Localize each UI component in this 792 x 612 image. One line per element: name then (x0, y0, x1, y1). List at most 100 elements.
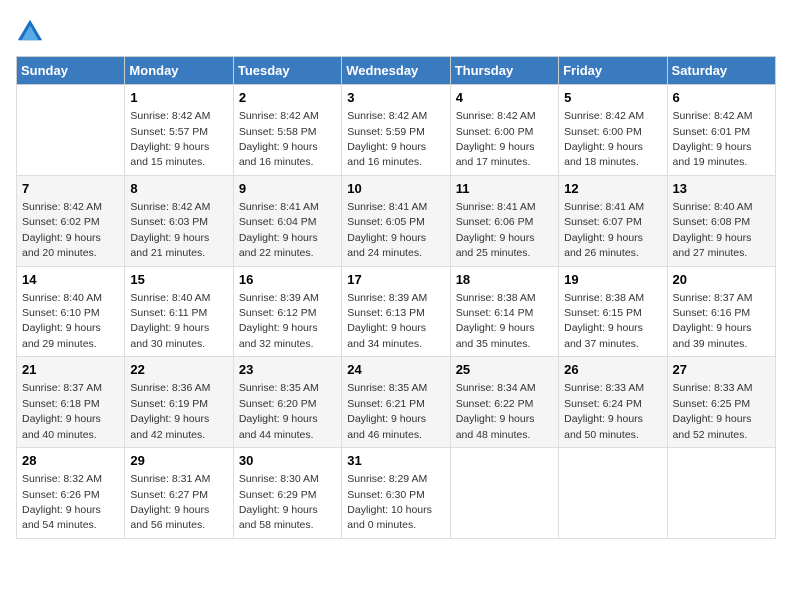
week-row-1: 1 Sunrise: 8:42 AMSunset: 5:57 PMDaylight… (17, 85, 776, 176)
cell-content: Sunrise: 8:30 AMSunset: 6:29 PMDaylight:… (239, 473, 319, 531)
day-number: 7 (22, 180, 119, 198)
day-number: 24 (347, 361, 444, 379)
day-number: 4 (456, 89, 553, 107)
day-number: 16 (239, 271, 336, 289)
calendar-cell: 18Sunrise: 8:38 AMSunset: 6:14 PMDayligh… (450, 266, 558, 357)
calendar-cell: 31 Sunrise: 8:29 AMSunset: 6:30 PMDayligh… (342, 448, 450, 539)
day-number: 27 (673, 361, 770, 379)
calendar-cell: 9Sunrise: 8:41 AMSunset: 6:04 PMDaylight… (233, 175, 341, 266)
day-number: 9 (239, 180, 336, 198)
week-row-2: 7Sunrise: 8:42 AMSunset: 6:02 PMDaylight… (17, 175, 776, 266)
cell-content: Sunrise: 8:42 AMSunset: 6:00 PMDaylight:… (456, 110, 536, 168)
day-number: 8 (130, 180, 227, 198)
day-number: 20 (673, 271, 770, 289)
day-number: 25 (456, 361, 553, 379)
calendar-cell: 22 Sunrise: 8:36 AMSunset: 6:19 PMDayligh… (125, 357, 233, 448)
calendar-cell: 4 Sunrise: 8:42 AMSunset: 6:00 PMDaylight… (450, 85, 558, 176)
calendar-table: SundayMondayTuesdayWednesdayThursdayFrid… (16, 56, 776, 539)
day-number: 13 (673, 180, 770, 198)
cell-content: Sunrise: 8:35 AMSunset: 6:20 PMDaylight:… (239, 382, 319, 440)
cell-content: Sunrise: 8:41 AMSunset: 6:05 PMDaylight:… (347, 201, 427, 259)
calendar-cell: 23 Sunrise: 8:35 AMSunset: 6:20 PMDayligh… (233, 357, 341, 448)
week-row-4: 21 Sunrise: 8:37 AMSunset: 6:18 PMDayligh… (17, 357, 776, 448)
day-number: 19 (564, 271, 661, 289)
day-header-friday: Friday (559, 57, 667, 85)
week-row-5: 28 Sunrise: 8:32 AMSunset: 6:26 PMDayligh… (17, 448, 776, 539)
calendar-cell: 29 Sunrise: 8:31 AMSunset: 6:27 PMDayligh… (125, 448, 233, 539)
day-number: 31 (347, 452, 444, 470)
calendar-cell (559, 448, 667, 539)
cell-content: Sunrise: 8:42 AMSunset: 6:03 PMDaylight:… (130, 201, 210, 259)
calendar-cell: 7Sunrise: 8:42 AMSunset: 6:02 PMDaylight… (17, 175, 125, 266)
cell-content: Sunrise: 8:42 AMSunset: 6:01 PMDaylight:… (673, 110, 753, 168)
day-header-monday: Monday (125, 57, 233, 85)
cell-content: Sunrise: 8:40 AMSunset: 6:08 PMDaylight:… (673, 201, 753, 259)
cell-content: Sunrise: 8:39 AMSunset: 6:13 PMDaylight:… (347, 292, 427, 350)
calendar-cell: 13 Sunrise: 8:40 AMSunset: 6:08 PMDayligh… (667, 175, 775, 266)
cell-content: Sunrise: 8:42 AMSunset: 5:59 PMDaylight:… (347, 110, 427, 168)
cell-content: Sunrise: 8:42 AMSunset: 5:57 PMDaylight:… (130, 110, 210, 168)
calendar-cell (450, 448, 558, 539)
calendar-cell: 5Sunrise: 8:42 AMSunset: 6:00 PMDaylight… (559, 85, 667, 176)
day-header-thursday: Thursday (450, 57, 558, 85)
cell-content: Sunrise: 8:38 AMSunset: 6:15 PMDaylight:… (564, 292, 644, 350)
day-number: 29 (130, 452, 227, 470)
day-header-saturday: Saturday (667, 57, 775, 85)
day-number: 14 (22, 271, 119, 289)
cell-content: Sunrise: 8:36 AMSunset: 6:19 PMDaylight:… (130, 382, 210, 440)
calendar-cell: 14 Sunrise: 8:40 AMSunset: 6:10 PMDayligh… (17, 266, 125, 357)
cell-content: Sunrise: 8:31 AMSunset: 6:27 PMDaylight:… (130, 473, 210, 531)
calendar-cell: 16 Sunrise: 8:39 AMSunset: 6:12 PMDayligh… (233, 266, 341, 357)
logo-icon (16, 16, 44, 44)
calendar-cell: 6 Sunrise: 8:42 AMSunset: 6:01 PMDaylight… (667, 85, 775, 176)
calendar-cell: 12Sunrise: 8:41 AMSunset: 6:07 PMDayligh… (559, 175, 667, 266)
cell-content: Sunrise: 8:35 AMSunset: 6:21 PMDaylight:… (347, 382, 427, 440)
day-number: 26 (564, 361, 661, 379)
day-number: 11 (456, 180, 553, 198)
day-header-wednesday: Wednesday (342, 57, 450, 85)
calendar-cell: 3Sunrise: 8:42 AMSunset: 5:59 PMDaylight… (342, 85, 450, 176)
cell-content: Sunrise: 8:42 AMSunset: 5:58 PMDaylight:… (239, 110, 319, 168)
calendar-cell: 30 Sunrise: 8:30 AMSunset: 6:29 PMDayligh… (233, 448, 341, 539)
day-number: 6 (673, 89, 770, 107)
day-number: 10 (347, 180, 444, 198)
calendar-cell: 24 Sunrise: 8:35 AMSunset: 6:21 PMDayligh… (342, 357, 450, 448)
page-header (16, 16, 776, 44)
cell-content: Sunrise: 8:40 AMSunset: 6:10 PMDaylight:… (22, 292, 102, 350)
day-number: 23 (239, 361, 336, 379)
day-number: 2 (239, 89, 336, 107)
calendar-cell: 11 Sunrise: 8:41 AMSunset: 6:06 PMDayligh… (450, 175, 558, 266)
calendar-cell: 19 Sunrise: 8:38 AMSunset: 6:15 PMDayligh… (559, 266, 667, 357)
day-number: 18 (456, 271, 553, 289)
cell-content: Sunrise: 8:42 AMSunset: 6:00 PMDaylight:… (564, 110, 644, 168)
day-number: 30 (239, 452, 336, 470)
cell-content: Sunrise: 8:39 AMSunset: 6:12 PMDaylight:… (239, 292, 319, 350)
cell-content: Sunrise: 8:33 AMSunset: 6:24 PMDaylight:… (564, 382, 644, 440)
day-number: 15 (130, 271, 227, 289)
cell-content: Sunrise: 8:29 AMSunset: 6:30 PMDaylight:… (347, 473, 432, 531)
day-number: 1 (130, 89, 227, 107)
calendar-cell: 17 Sunrise: 8:39 AMSunset: 6:13 PMDayligh… (342, 266, 450, 357)
day-number: 17 (347, 271, 444, 289)
calendar-cell (17, 85, 125, 176)
calendar-cell: 15 Sunrise: 8:40 AMSunset: 6:11 PMDayligh… (125, 266, 233, 357)
calendar-cell: 8 Sunrise: 8:42 AMSunset: 6:03 PMDaylight… (125, 175, 233, 266)
cell-content: Sunrise: 8:37 AMSunset: 6:16 PMDaylight:… (673, 292, 753, 350)
cell-content: Sunrise: 8:41 AMSunset: 6:06 PMDaylight:… (456, 201, 536, 259)
calendar-cell: 21 Sunrise: 8:37 AMSunset: 6:18 PMDayligh… (17, 357, 125, 448)
week-row-3: 14 Sunrise: 8:40 AMSunset: 6:10 PMDayligh… (17, 266, 776, 357)
day-number: 12 (564, 180, 661, 198)
day-number: 22 (130, 361, 227, 379)
cell-content: Sunrise: 8:37 AMSunset: 6:18 PMDaylight:… (22, 382, 102, 440)
calendar-cell (667, 448, 775, 539)
day-number: 21 (22, 361, 119, 379)
cell-content: Sunrise: 8:40 AMSunset: 6:11 PMDaylight:… (130, 292, 210, 350)
day-header-tuesday: Tuesday (233, 57, 341, 85)
day-number: 28 (22, 452, 119, 470)
calendar-cell: 1 Sunrise: 8:42 AMSunset: 5:57 PMDaylight… (125, 85, 233, 176)
cell-content: Sunrise: 8:32 AMSunset: 6:26 PMDaylight:… (22, 473, 102, 531)
cell-content: Sunrise: 8:34 AMSunset: 6:22 PMDaylight:… (456, 382, 536, 440)
day-header-sunday: Sunday (17, 57, 125, 85)
calendar-cell: 2 Sunrise: 8:42 AMSunset: 5:58 PMDaylight… (233, 85, 341, 176)
cell-content: Sunrise: 8:33 AMSunset: 6:25 PMDaylight:… (673, 382, 753, 440)
